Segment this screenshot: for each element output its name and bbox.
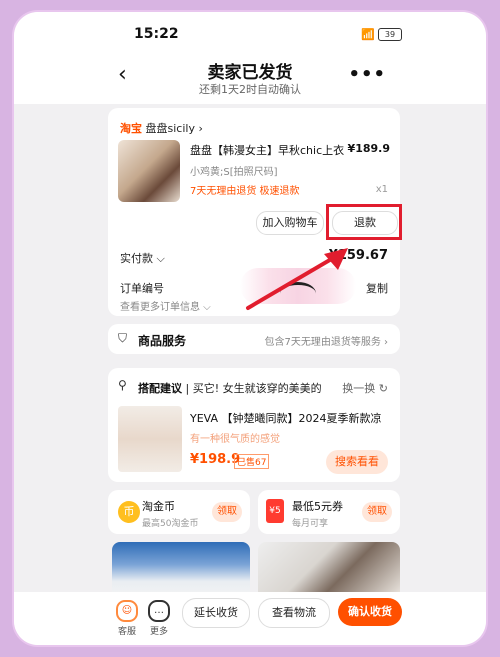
service-label: 商品服务	[138, 334, 187, 348]
suggestion-header-title: 搭配建议	[138, 382, 182, 395]
suggestion-thumbnail[interactable]	[118, 406, 182, 472]
bottom-bar: ☺ 客服 … 更多 延长收货 查看物流 确认收货	[14, 592, 486, 645]
service-detail: 包含7天无理由退货等服务 ›	[264, 337, 388, 348]
nav-bar: ‹ 卖家已发货 还剩1天2时自动确认 •••	[14, 54, 486, 104]
service-row[interactable]: ⛉ 商品服务 包含7天无理由退货等服务 ›	[108, 324, 400, 354]
red-envelope-icon: ¥5	[266, 499, 284, 523]
suggestion-subtitle: 有一种很气质的感觉	[190, 434, 280, 445]
reward-title: 淘金币	[142, 500, 175, 513]
paid-label[interactable]: 实付款 ⌵	[120, 250, 165, 266]
status-time: 15:22	[134, 26, 179, 42]
refresh-button[interactable]: 换一换 ↻	[342, 380, 388, 396]
suggestion-title[interactable]: YEVA 【钟楚曦同款】2024夏季新款凉	[190, 410, 382, 426]
sold-badge: 已售67	[234, 454, 270, 469]
customer-service-icon: ☺	[116, 600, 138, 622]
product-price: ¥189.9	[347, 142, 390, 155]
signal-icon: 📶	[361, 28, 376, 41]
taobao-label: 淘宝	[120, 122, 142, 135]
suggestion-price: ¥198.9	[190, 452, 241, 467]
coin-reward-card[interactable]: 币 淘金币 最高50淘金币 领取	[108, 490, 250, 534]
search-see-button[interactable]: 搜索看看	[326, 450, 388, 474]
page-title: 卖家已发货	[207, 63, 293, 83]
customer-service-label: 客服	[117, 627, 136, 637]
product-thumbnail[interactable]	[118, 140, 180, 202]
product-title[interactable]: 盘盘【韩漫女主】早秋chic上衣	[190, 142, 344, 158]
coupon-reward-card[interactable]: ¥5 最低5元券 每月可享 领取	[258, 490, 400, 534]
chevron-right-icon: ›	[198, 122, 203, 135]
product-quantity: x1	[375, 184, 388, 195]
more-label: 更多	[149, 627, 168, 637]
shop-link[interactable]: 淘宝 盘盘sicily ›	[120, 120, 203, 136]
shop-name: 盘盘sicily	[145, 122, 195, 135]
suggestion-header-text: 买它! 女生就该穿的美美的	[192, 382, 322, 395]
reward-subtitle: 每月可享	[292, 519, 329, 529]
order-more-info[interactable]: 查看更多订单信息 ⌵	[120, 298, 211, 313]
product-tags: 7天无理由退货 极速退款	[190, 186, 300, 197]
suggestion-header: 搭配建议 | 买它! 女生就该穿的美美的	[138, 382, 322, 395]
more-button[interactable]: … 更多	[142, 600, 176, 637]
copy-button[interactable]: 复制	[366, 280, 388, 296]
more-icon[interactable]: •••	[348, 64, 386, 85]
phone-screen: 15:22 📶 39 ‹ 卖家已发货 还剩1天2时自动确认 ••• 淘宝 盘盘s…	[12, 10, 488, 647]
add-to-cart-button[interactable]: 加入购物车	[256, 211, 324, 235]
reward-subtitle: 最高50淘金币	[142, 519, 199, 529]
claim-coupon-button[interactable]: 领取	[362, 502, 392, 522]
coin-icon: 币	[118, 501, 140, 523]
feed-image-right[interactable]	[258, 542, 400, 598]
page-subtitle: 还剩1天2时自动确认	[199, 83, 301, 96]
status-bar: 15:22 📶 39	[14, 12, 486, 54]
view-logistics-button[interactable]: 查看物流	[258, 598, 330, 628]
suggestion-card: ⚲ 搭配建议 | 买它! 女生就该穿的美美的 换一换 ↻ YEVA 【钟楚曦同款…	[108, 368, 400, 482]
confirm-receipt-button[interactable]: 确认收货	[338, 598, 402, 626]
battery-icon: 39	[378, 28, 402, 41]
annotation-arrow	[246, 248, 348, 310]
reward-title: 最低5元券	[292, 500, 343, 513]
hanger-icon: ⚲	[118, 378, 127, 392]
extend-receipt-button[interactable]: 延长收货	[182, 598, 250, 628]
feed-image-left[interactable]	[112, 542, 250, 598]
customer-service-button[interactable]: ☺ 客服	[110, 600, 144, 637]
order-number-label: 订单编号	[120, 282, 164, 295]
more-dots-icon: …	[148, 600, 170, 622]
shield-icon: ⛉	[118, 331, 128, 345]
highlight-box	[326, 204, 402, 240]
product-spec: 小鸡黄;S[拍照尺码]	[190, 167, 278, 178]
claim-coin-button[interactable]: 领取	[212, 502, 242, 522]
